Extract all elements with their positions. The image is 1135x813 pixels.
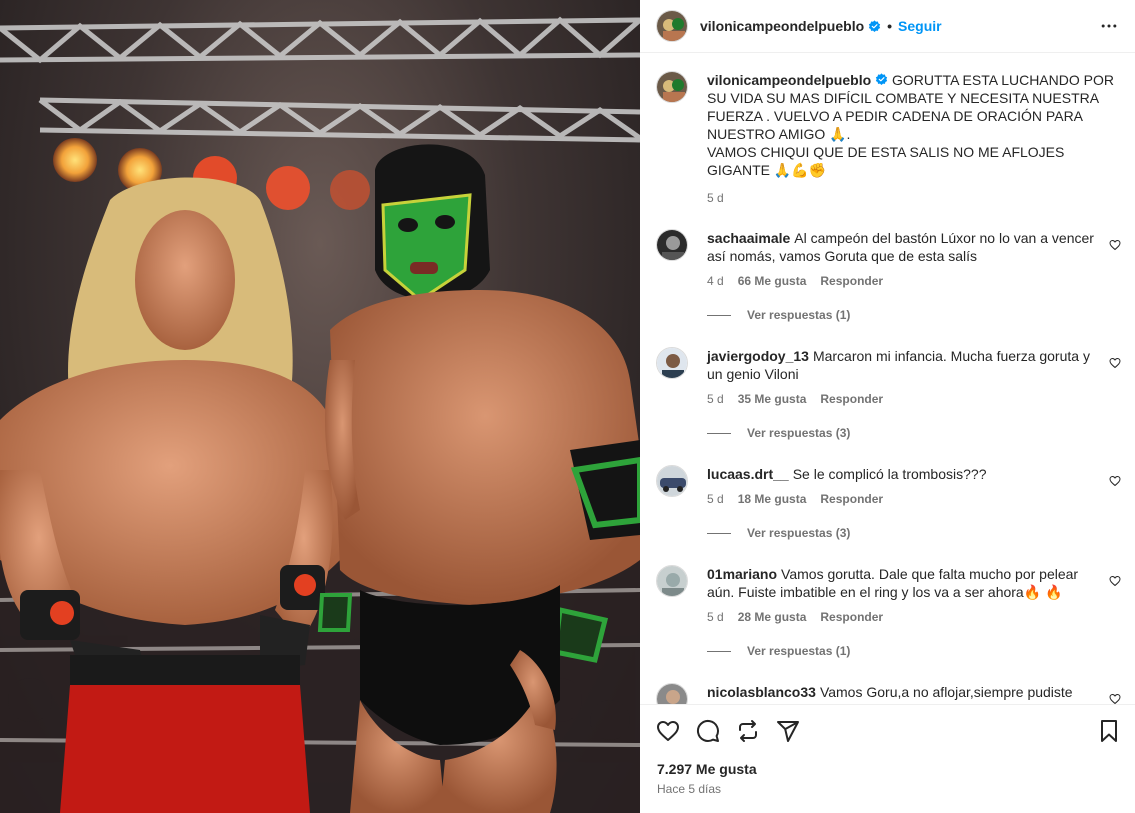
comment-text: Se le complicó la trombosis???	[792, 466, 987, 482]
comment-reply-button[interactable]: Responder	[820, 608, 883, 626]
comment-text: Vamos Goru,a no aflojar,siempre pudiste	[819, 684, 1073, 700]
view-replies-button[interactable]: Ver respuestas (3)	[707, 426, 1121, 440]
view-replies-label[interactable]: Ver respuestas (1)	[747, 308, 850, 322]
comment-likes[interactable]: 28 Me gusta	[738, 608, 807, 626]
comment-item: sachaaimale Al campeón del bastón Lúxor n…	[656, 229, 1121, 322]
post-image[interactable]	[0, 0, 640, 813]
likes-count[interactable]: 7.297 Me gusta	[657, 761, 757, 777]
verified-badge-icon	[868, 19, 881, 32]
repost-icon[interactable]	[736, 719, 760, 743]
caption-username[interactable]: vilonicampeondelpueblo	[707, 72, 871, 88]
comment-likes[interactable]: 18 Me gusta	[738, 490, 807, 508]
comment-username[interactable]: sachaaimale	[707, 230, 790, 246]
caption-text-2: VAMOS CHIQUI QUE DE ESTA SALIS NO ME AFL…	[707, 144, 1065, 178]
bookmark-icon[interactable]	[1097, 719, 1121, 743]
comment-time: 5 d	[707, 392, 724, 406]
follow-button[interactable]: Seguir	[898, 18, 942, 34]
view-replies-label[interactable]: Ver respuestas (3)	[747, 526, 850, 540]
comment-username[interactable]: nicolasblanco33	[707, 684, 816, 700]
more-options-icon[interactable]	[1097, 14, 1121, 38]
view-replies-label[interactable]: Ver respuestas (1)	[747, 644, 850, 658]
comment-item: 01mariano Vamos gorutta. Dale que falta m…	[656, 565, 1121, 658]
comment-avatar[interactable]	[656, 229, 688, 261]
caption-avatar[interactable]	[656, 71, 688, 103]
comment-avatar[interactable]	[656, 465, 688, 497]
author-username[interactable]: vilonicampeondelpueblo	[700, 18, 864, 34]
comment-like-heart-icon[interactable]	[1109, 693, 1121, 704]
view-replies-label[interactable]: Ver respuestas (3)	[747, 426, 850, 440]
header-separator: •	[887, 18, 893, 34]
comment-reply-button[interactable]: Responder	[820, 272, 883, 290]
comment-username[interactable]: 01mariano	[707, 566, 777, 582]
view-replies-button[interactable]: Ver respuestas (1)	[707, 644, 1121, 658]
comment-avatar[interactable]	[656, 565, 688, 597]
comment-like-heart-icon[interactable]	[1109, 575, 1121, 587]
comment-avatar[interactable]	[656, 683, 688, 704]
post-header: vilonicampeondelpueblo • Seguir	[640, 0, 1135, 53]
comment-likes[interactable]: 66 Me gusta	[738, 272, 807, 290]
post-timestamp: Hace 5 días	[657, 782, 722, 796]
wrestlers-photo	[0, 16, 640, 813]
comment-like-heart-icon[interactable]	[1109, 475, 1121, 487]
send-icon[interactable]	[776, 719, 800, 743]
post-caption: vilonicampeondelpueblo GORUTTA ESTA LUCH…	[656, 71, 1121, 207]
comment-likes[interactable]: 35 Me gusta	[738, 390, 807, 408]
like-heart-icon[interactable]	[656, 719, 680, 743]
comment-avatar[interactable]	[656, 347, 688, 379]
comment-time: 4 d	[707, 274, 724, 288]
caption-time: 5 d	[707, 191, 724, 205]
comment-reply-button[interactable]: Responder	[820, 490, 883, 508]
comment-like-heart-icon[interactable]	[1109, 357, 1121, 369]
comment-reply-button[interactable]: Responder	[820, 390, 883, 408]
verified-badge-icon	[875, 73, 888, 86]
comment-icon[interactable]	[696, 719, 720, 743]
comment-username[interactable]: lucaas.drt__	[707, 466, 789, 482]
comment-time: 5 d	[707, 610, 724, 624]
comment-item: lucaas.drt__ Se le complicó la trombosis?…	[656, 465, 1121, 540]
view-replies-button[interactable]: Ver respuestas (3)	[707, 526, 1121, 540]
comment-like-heart-icon[interactable]	[1109, 239, 1121, 251]
comments-list[interactable]: vilonicampeondelpueblo GORUTTA ESTA LUCH…	[640, 54, 1135, 704]
comment-item: nicolasblanco33 Vamos Goru,a no aflojar,s…	[656, 683, 1121, 704]
post-actions: 7.297 Me gusta Hace 5 días	[640, 704, 1135, 813]
post-sidebar: vilonicampeondelpueblo • Seguir vilonica…	[640, 0, 1135, 813]
author-avatar[interactable]	[656, 10, 688, 42]
comment-time: 5 d	[707, 492, 724, 506]
comment-username[interactable]: javiergodoy_13	[707, 348, 809, 364]
view-replies-button[interactable]: Ver respuestas (1)	[707, 308, 1121, 322]
comment-item: javiergodoy_13 Marcaron mi infancia. Much…	[656, 347, 1121, 440]
